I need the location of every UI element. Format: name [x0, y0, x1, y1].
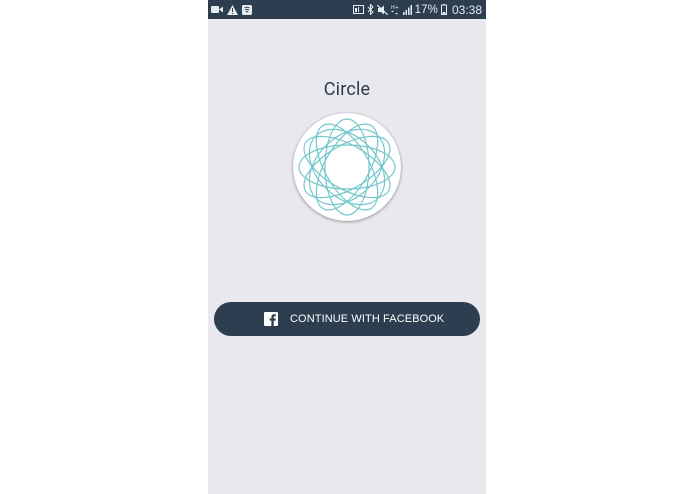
status-bar-notifications — [211, 3, 252, 16]
battery-icon — [440, 4, 447, 15]
phone-screen: H+ 17% 03:38 Circle CONTINUE WITH FACEBO… — [208, 0, 486, 494]
mute-icon — [376, 4, 388, 15]
bluetooth-icon — [367, 4, 374, 15]
shield-icon — [242, 4, 252, 15]
clock: 03:38 — [451, 2, 482, 17]
status-bar-system: H+ 17% 03:38 — [352, 2, 482, 17]
svg-text:H+: H+ — [391, 5, 399, 11]
circle-logo-icon — [293, 113, 401, 221]
facebook-button-label: CONTINUE WITH FACEBOOK — [290, 313, 445, 325]
battery-percent: 17% — [414, 3, 438, 16]
status-bar: H+ 17% 03:38 — [208, 0, 486, 19]
facebook-icon — [264, 312, 278, 326]
warning-icon — [227, 4, 238, 15]
app-title: Circle — [323, 79, 371, 100]
signal-icon — [402, 4, 412, 15]
video-camera-icon — [211, 5, 223, 14]
continue-with-facebook-button[interactable]: CONTINUE WITH FACEBOOK — [214, 302, 480, 336]
network-icon: H+ — [390, 4, 400, 15]
cast-icon — [352, 5, 364, 14]
